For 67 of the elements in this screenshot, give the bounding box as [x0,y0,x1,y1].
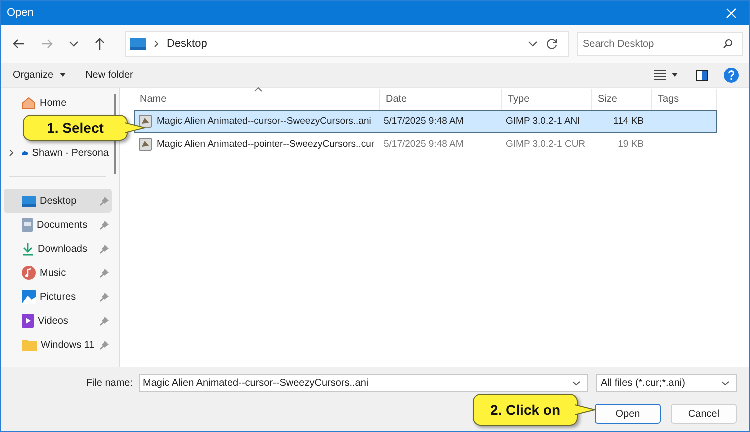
sidebar-item[interactable]: Music [4,261,112,285]
size-cell-text: 114 KB [612,116,645,127]
new-folder-button[interactable]: New folder [86,70,134,80]
video-icon [22,314,34,328]
sort-caret-icon [254,87,263,92]
type-cell-text: GIMP 3.0.2-1 CUR [505,139,587,150]
sidebar-item[interactable]: Downloads [4,237,112,261]
chevron-down-icon[interactable] [528,41,538,47]
close-icon[interactable] [726,8,737,18]
address-bar[interactable]: Desktop [125,31,569,57]
callout-text: 1. Select [47,120,104,136]
pin-icon [100,196,109,206]
file-row[interactable]: Magic Alien Animated--pointer--SweezyCursors..cur 5/17/2025 9:48 AM GIMP 3.0.2-1 CUR 19 KB [134,133,717,156]
pin-icon [100,220,109,230]
size-cell-text: 19 KB [617,139,645,150]
open-button[interactable]: Open [595,404,661,424]
chevron-right-icon [154,40,159,48]
desktop-icon [130,38,146,50]
file-name: Magic Alien Animated--pointer--SweezyCursors..cur [157,139,375,150]
callout-text: 2. Click on [490,402,561,418]
pin-icon [100,292,109,302]
sidebar-item[interactable]: Documents [4,213,112,237]
chevron-down-icon[interactable] [69,41,79,47]
pin-icon [100,268,109,278]
desktop-icon [22,196,36,206]
file-name: Magic Alien Animated--cursor--SweezyCursors..ani [157,116,372,127]
file-icon [139,138,152,151]
sidebar-item[interactable]: Windows 11 [4,333,112,357]
cancel-button[interactable]: Cancel [671,404,737,424]
date-cell-text: 5/17/2025 9:48 AM [383,116,465,127]
organize-menu[interactable]: Organize [13,70,54,80]
dropdown-icon[interactable] [672,73,678,77]
folder-icon [22,339,37,351]
chevron-down-icon[interactable] [572,380,581,386]
sidebar-item[interactable]: Shawn - Persona [4,141,112,165]
help-icon[interactable] [724,68,739,82]
up-arrow-icon[interactable] [95,38,105,50]
dropdown-icon[interactable] [60,73,66,77]
refresh-icon[interactable] [546,38,558,50]
picture-icon [22,290,36,304]
sidebar-item[interactable]: Pictures [4,285,112,309]
window-title: Open [7,7,34,19]
search-icon [723,39,733,49]
chevron-right-icon[interactable] [8,149,14,157]
file-type-dropdown[interactable]: All files (*.cur;*.ani) [596,374,737,392]
view-menu-icon[interactable] [654,70,666,80]
file-name-label: File name: [86,378,133,388]
date-cell-text: 5/17/2025 9:48 AM [383,139,465,150]
pin-icon [100,244,109,254]
preview-pane-icon[interactable] [696,70,708,80]
music-icon [22,266,36,280]
sidebar-item[interactable]: Desktop [4,189,112,213]
sidebar-item[interactable]: Videos [4,309,112,333]
search-field[interactable]: Search Desktop [577,32,743,56]
back-icon[interactable] [13,39,25,49]
document-icon [22,218,33,232]
path-text: Desktop [167,38,208,50]
file-row[interactable]: Magic Alien Animated--cursor--SweezyCursors..ani 5/17/2025 9:48 AM GIMP 3.0.2-1 ANI 114 KB [134,110,717,133]
pin-icon [100,316,109,326]
type-cell-text: GIMP 3.0.2-1 ANI [505,116,582,127]
file-icon [139,115,152,128]
pin-icon [100,340,109,350]
chevron-down-icon [721,380,730,386]
sidebar-item[interactable]: Home [4,91,112,115]
file-name-field[interactable]: Magic Alien Animated--cursor--SweezyCursors..ani [139,374,588,392]
home-icon [22,96,36,110]
download-icon [22,242,34,256]
